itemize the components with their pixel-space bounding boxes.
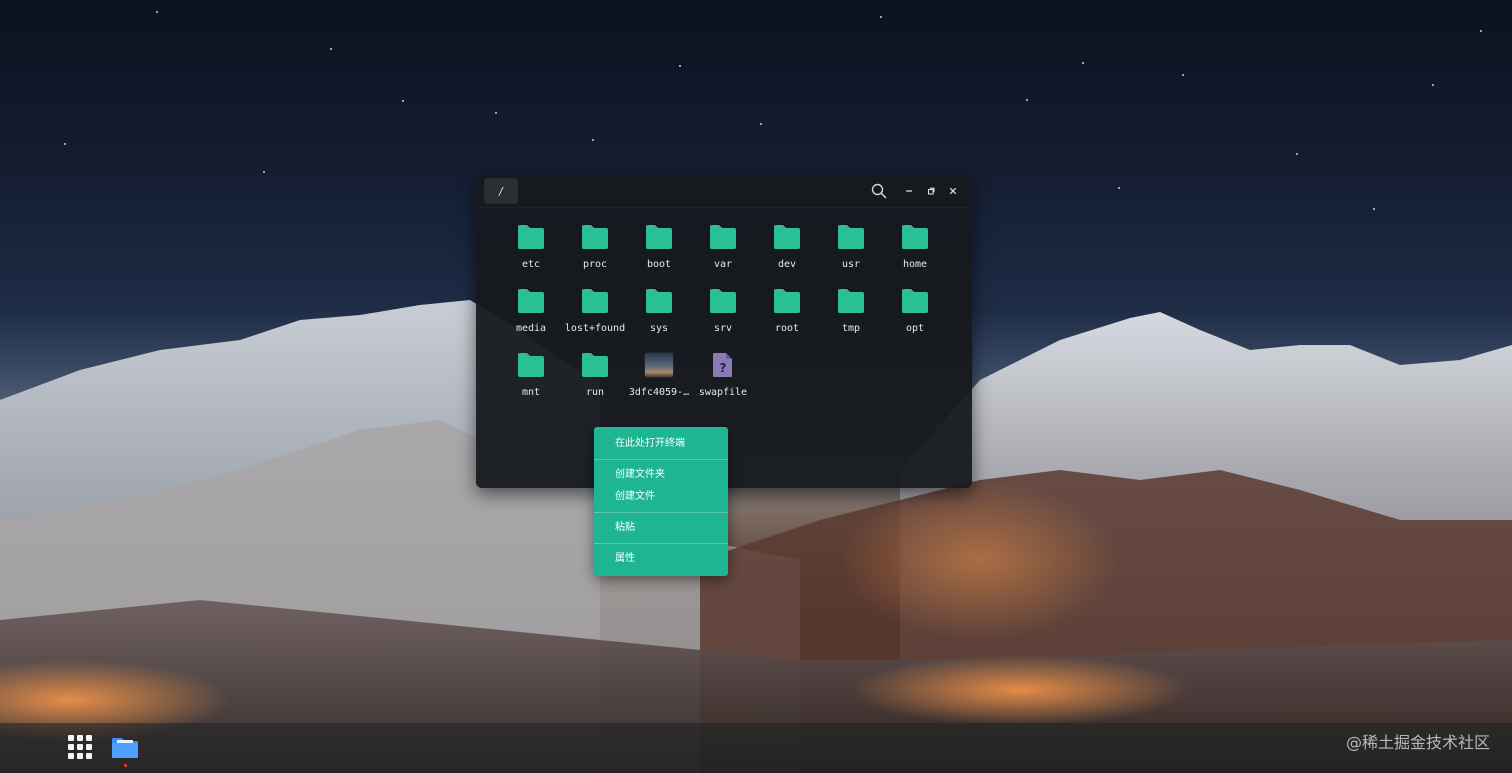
file-item[interactable]: usr bbox=[819, 216, 883, 280]
image-thumbnail-icon bbox=[644, 350, 674, 380]
file-item-label: sys bbox=[649, 323, 669, 334]
minimize-icon bbox=[906, 190, 912, 192]
menu-group: 粘贴 bbox=[594, 513, 728, 543]
folder-icon bbox=[644, 286, 674, 316]
window-titlebar[interactable]: / bbox=[476, 175, 972, 208]
file-item[interactable]: sys bbox=[627, 280, 691, 344]
folder-icon bbox=[900, 286, 930, 316]
path-breadcrumb[interactable]: / bbox=[484, 178, 518, 204]
file-item-label: lost+found bbox=[564, 323, 626, 334]
file-item-label: swapfile bbox=[698, 387, 748, 398]
menu-group: 属性 bbox=[594, 544, 728, 574]
app-grid-icon bbox=[86, 735, 92, 741]
folder-icon bbox=[580, 222, 610, 252]
file-item[interactable]: etc bbox=[499, 216, 563, 280]
folder-icon bbox=[836, 222, 866, 252]
context-menu-item[interactable]: 属性 bbox=[594, 548, 728, 570]
restore-icon bbox=[927, 187, 935, 195]
file-item[interactable]: media bbox=[499, 280, 563, 344]
file-item[interactable]: root bbox=[755, 280, 819, 344]
folder-icon bbox=[708, 222, 738, 252]
app-grid-icon bbox=[77, 744, 83, 750]
menu-group: 创建文件夹 创建文件 bbox=[594, 460, 728, 512]
context-menu-item[interactable]: 在此处打开终端 bbox=[594, 433, 728, 455]
svg-text:?: ? bbox=[720, 361, 727, 375]
folder-icon bbox=[836, 286, 866, 316]
context-menu[interactable]: 在此处打开终端 创建文件夹 创建文件 粘贴 属性 bbox=[594, 427, 728, 576]
app-grid-icon bbox=[68, 753, 74, 759]
context-menu-item[interactable]: 粘贴 bbox=[594, 517, 728, 539]
desktop[interactable]: / etc proc boot var dev usr home media l… bbox=[0, 0, 1512, 773]
app-grid-icon bbox=[68, 744, 74, 750]
folder-icon bbox=[708, 286, 738, 316]
file-item-label: tmp bbox=[841, 323, 861, 334]
running-indicator bbox=[124, 764, 127, 767]
file-item[interactable]: home bbox=[883, 216, 947, 280]
watermark: @稀土掘金技术社区 bbox=[1345, 733, 1490, 752]
file-item-label: home bbox=[902, 259, 928, 270]
file-item-label: var bbox=[713, 259, 733, 270]
file-item[interactable]: boot bbox=[627, 216, 691, 280]
folder-icon bbox=[112, 738, 138, 758]
folder-icon bbox=[644, 222, 674, 252]
context-menu-item[interactable]: 创建文件夹 bbox=[594, 464, 728, 486]
file-item-label: opt bbox=[905, 323, 925, 334]
file-item[interactable]: tmp bbox=[819, 280, 883, 344]
app-grid-icon bbox=[68, 735, 74, 741]
menu-group: 在此处打开终端 bbox=[594, 429, 728, 459]
file-item-label: proc bbox=[582, 259, 608, 270]
folder-icon bbox=[516, 286, 546, 316]
folder-icon bbox=[772, 222, 802, 252]
taskbar[interactable] bbox=[0, 723, 1512, 773]
file-item[interactable]: srv bbox=[691, 280, 755, 344]
app-grid-icon bbox=[86, 753, 92, 759]
app-grid-icon bbox=[77, 753, 83, 759]
app-grid-icon bbox=[77, 735, 83, 741]
folder-icon bbox=[900, 222, 930, 252]
file-item[interactable]: 3dfc4059-… bbox=[627, 344, 691, 408]
folder-icon bbox=[516, 350, 546, 380]
close-button[interactable] bbox=[942, 180, 964, 202]
file-item[interactable]: run bbox=[563, 344, 627, 408]
dock-item-files[interactable] bbox=[110, 732, 140, 762]
search-button[interactable] bbox=[868, 180, 890, 202]
file-item-label: srv bbox=[713, 323, 733, 334]
folder-icon bbox=[580, 350, 610, 380]
file-item[interactable]: proc bbox=[563, 216, 627, 280]
file-item[interactable]: var bbox=[691, 216, 755, 280]
file-item[interactable]: mnt bbox=[499, 344, 563, 408]
folder-icon bbox=[580, 286, 610, 316]
file-item-label: usr bbox=[841, 259, 861, 270]
minimize-button[interactable] bbox=[898, 180, 920, 202]
file-item-label: mnt bbox=[521, 387, 541, 398]
file-item-label: etc bbox=[521, 259, 541, 270]
file-item[interactable]: dev bbox=[755, 216, 819, 280]
unknown-file-icon: ? bbox=[708, 350, 738, 380]
app-grid-icon bbox=[86, 744, 92, 750]
close-icon bbox=[949, 187, 957, 195]
file-item-label: media bbox=[515, 323, 547, 334]
file-item-label: 3dfc4059-… bbox=[628, 387, 690, 398]
search-icon bbox=[871, 183, 887, 199]
context-menu-item[interactable]: 创建文件 bbox=[594, 486, 728, 508]
file-item-label: run bbox=[585, 387, 605, 398]
file-item[interactable]: opt bbox=[883, 280, 947, 344]
file-item-label: dev bbox=[777, 259, 797, 270]
folder-icon bbox=[772, 286, 802, 316]
file-item-label: root bbox=[774, 323, 800, 334]
file-item[interactable]: lost+found bbox=[563, 280, 627, 344]
file-item-label: boot bbox=[646, 259, 672, 270]
file-item[interactable]: ? swapfile bbox=[691, 344, 755, 408]
restore-button[interactable] bbox=[920, 180, 942, 202]
folder-icon bbox=[516, 222, 546, 252]
app-launcher-button[interactable] bbox=[66, 733, 94, 761]
file-grid[interactable]: etc proc boot var dev usr home media lost+found s… bbox=[499, 216, 947, 408]
